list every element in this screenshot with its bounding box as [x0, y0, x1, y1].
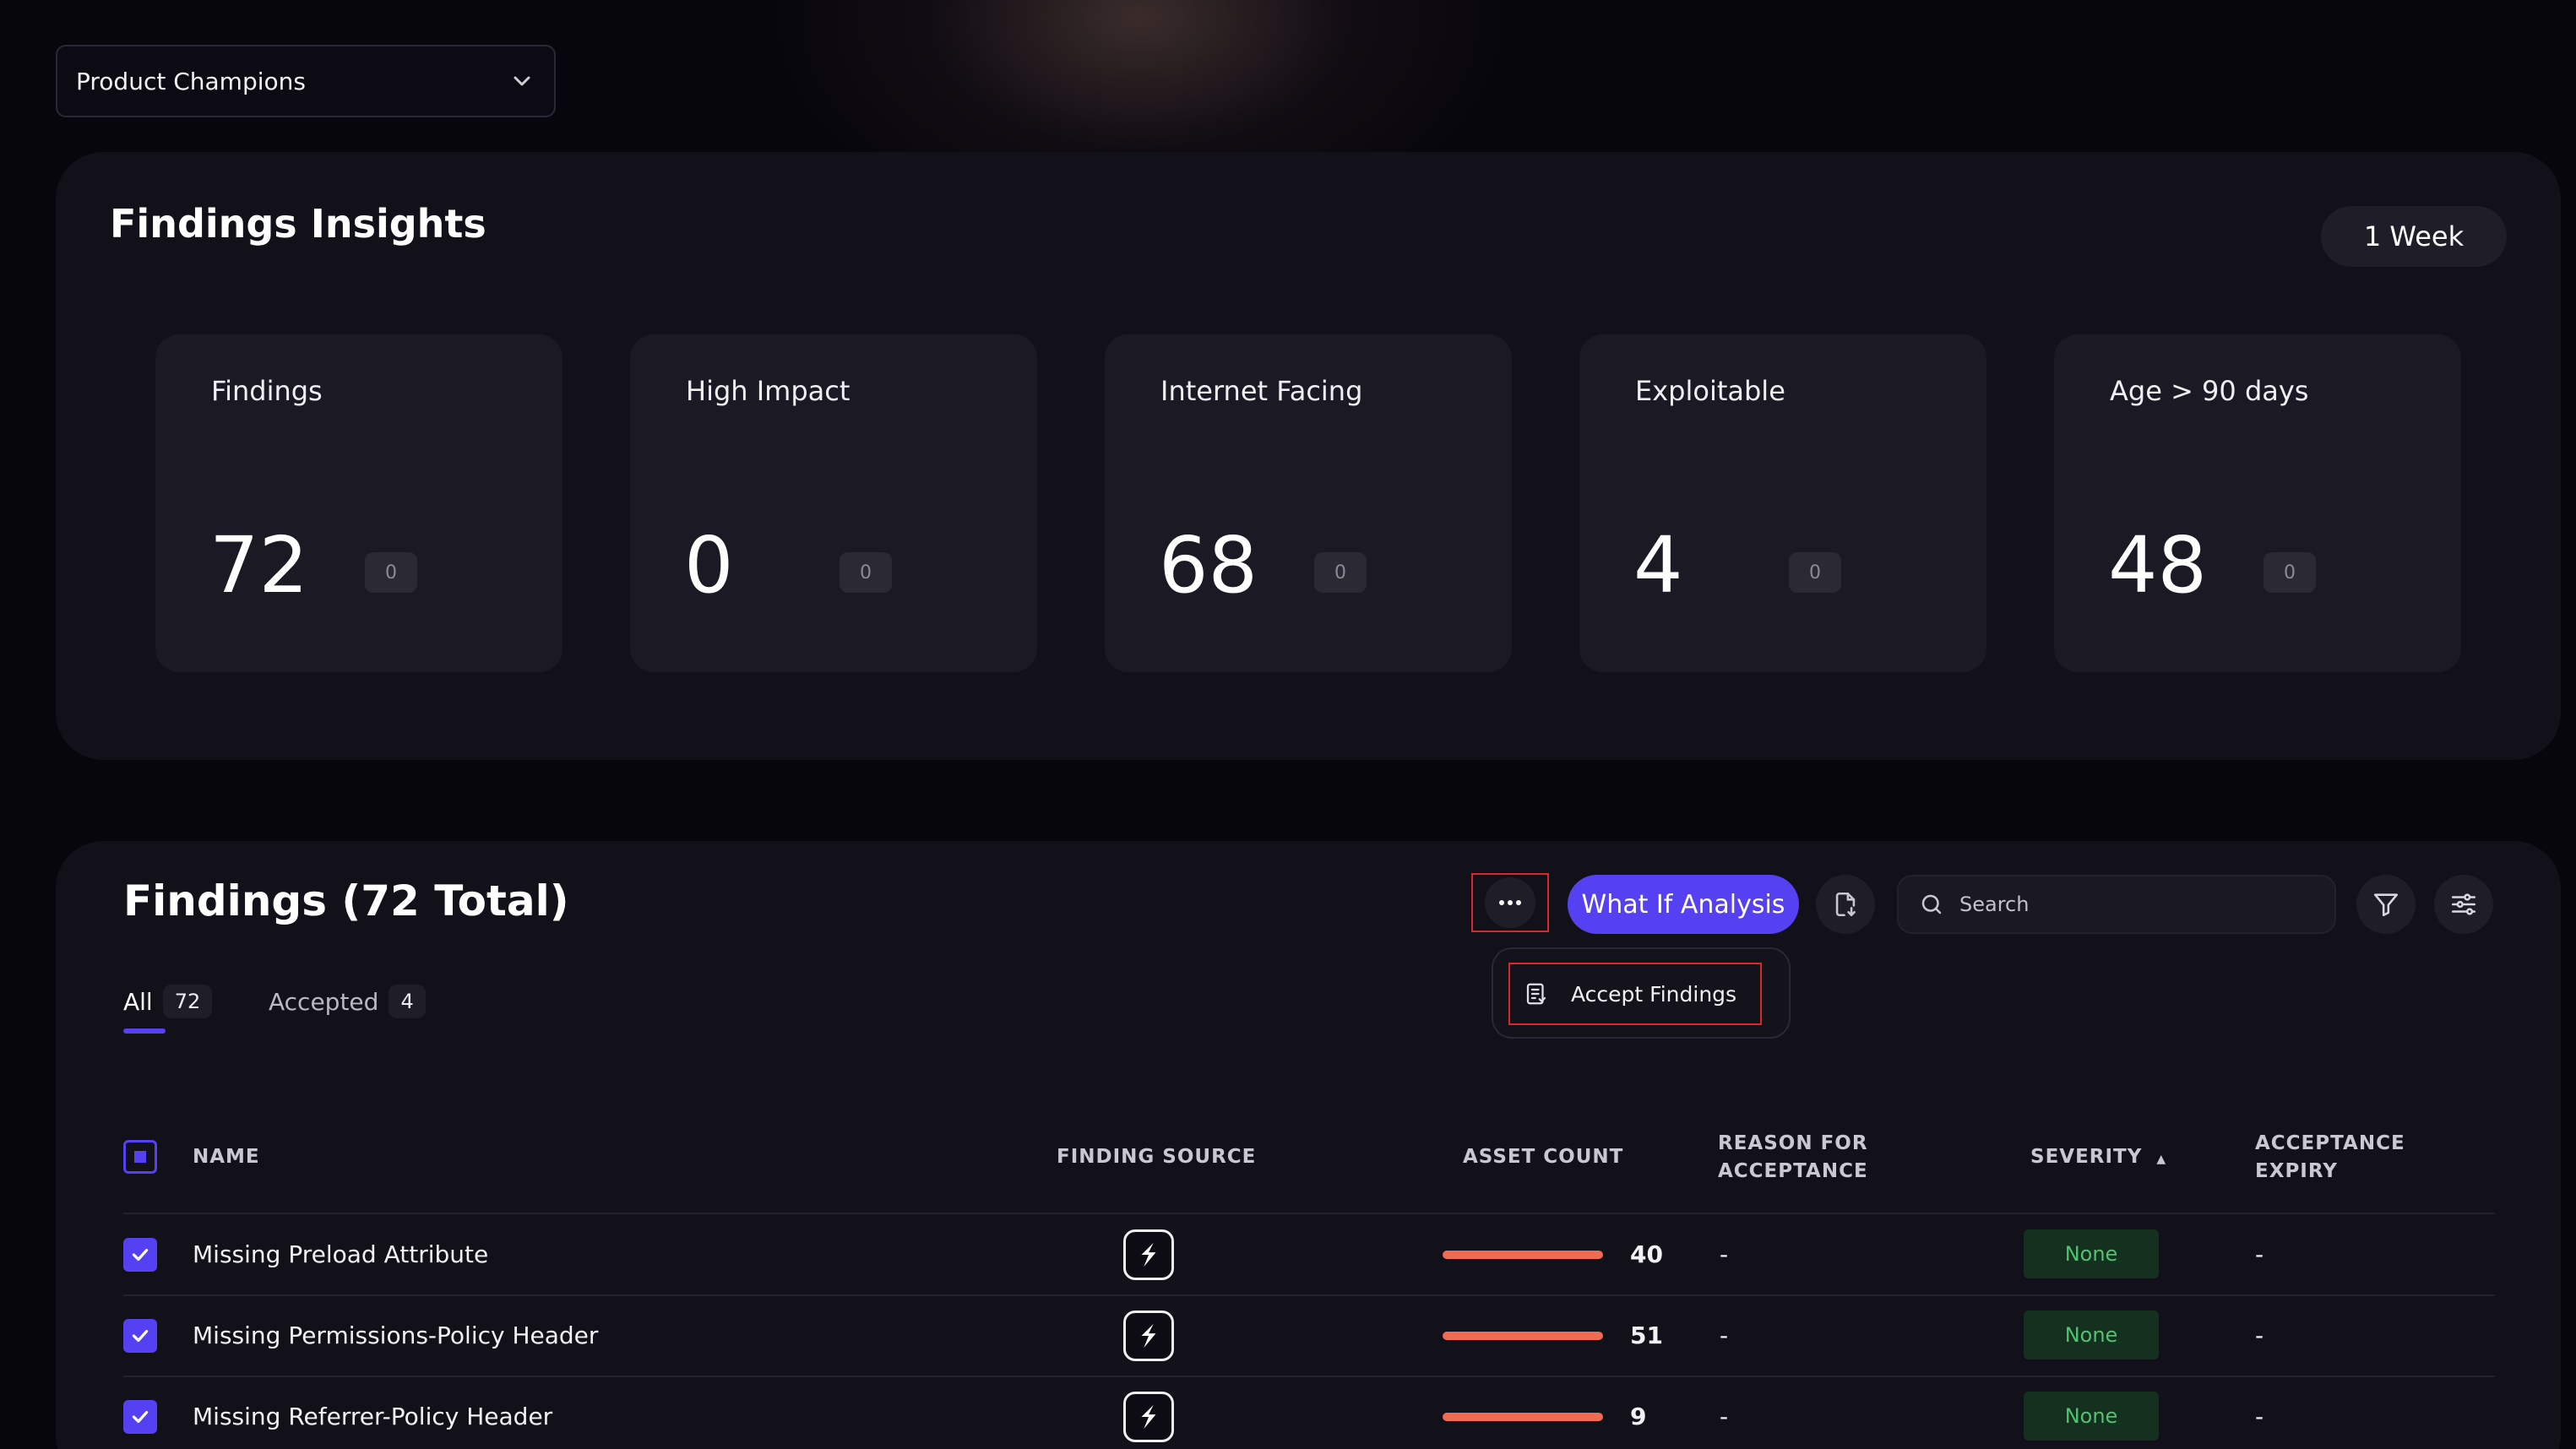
- lightning-bolt-icon: [1141, 1404, 1156, 1430]
- checkmark-icon: [132, 1410, 149, 1424]
- finding-source-icon: [1123, 1229, 1174, 1280]
- metric-age-over-90-days[interactable]: Age > 90 days 48 0: [2054, 334, 2461, 672]
- tab-count-badge: 72: [162, 985, 213, 1018]
- row-checkbox[interactable]: [123, 1319, 157, 1353]
- header-line: ACCEPTANCE: [1718, 1160, 1868, 1182]
- insights-title: Findings Insights: [110, 201, 486, 247]
- lightning-bolt-icon: [1141, 1242, 1156, 1267]
- metric-label: Internet Facing: [1160, 375, 1363, 407]
- tab-label: All: [123, 987, 153, 1016]
- checkmark-icon: [132, 1329, 149, 1343]
- team-selector[interactable]: Product Champions: [56, 45, 556, 117]
- column-settings-button[interactable]: [2434, 875, 2493, 934]
- header-line: EXPIRY: [2255, 1160, 2338, 1182]
- search-input[interactable]: [1959, 893, 2297, 916]
- metric-high-impact[interactable]: High Impact 0 0: [630, 334, 1037, 672]
- sort-ascending-icon: ▲: [2156, 1153, 2167, 1166]
- row-checkbox[interactable]: [123, 1238, 157, 1272]
- search-icon: [1921, 894, 1942, 914]
- metric-internet-facing[interactable]: Internet Facing 68 0: [1105, 334, 1512, 672]
- select-all-checkbox[interactable]: [123, 1140, 157, 1174]
- metric-delta-badge: 0: [2264, 552, 2316, 593]
- checkmark-icon: [132, 1248, 149, 1262]
- tab-label: Accepted: [269, 987, 379, 1016]
- column-header-finding-source[interactable]: FINDING SOURCE: [1057, 1143, 1256, 1171]
- export-button[interactable]: [1816, 875, 1875, 934]
- asset-count-value: 40: [1630, 1240, 1663, 1268]
- file-export-icon: [1835, 892, 1856, 917]
- finding-name[interactable]: Missing Preload Attribute: [193, 1240, 488, 1268]
- filter-icon: [2373, 893, 2399, 917]
- row-divider: [123, 1376, 2495, 1377]
- row-divider: [123, 1213, 2495, 1214]
- metric-delta-badge: 0: [365, 552, 417, 593]
- metric-value: 68: [1159, 520, 1258, 611]
- tab-all[interactable]: All 72: [123, 985, 213, 1018]
- row-checkbox[interactable]: [123, 1400, 157, 1434]
- column-header-asset-count[interactable]: ASSET COUNT: [1463, 1143, 1623, 1171]
- metric-delta-badge: 0: [1314, 552, 1367, 593]
- header-label: SEVERITY: [2030, 1146, 2143, 1168]
- severity-badge: None: [2024, 1392, 2159, 1441]
- asset-count-bar: [1443, 1413, 1603, 1421]
- asset-count-value: 51: [1630, 1321, 1663, 1349]
- metric-value: 72: [209, 520, 309, 611]
- expiry-value: -: [2255, 1403, 2264, 1430]
- metric-exploitable[interactable]: Exploitable 4 0: [1579, 334, 1986, 672]
- findings-title: Findings (72 Total): [123, 876, 569, 925]
- header-line: ACCEPTANCE: [2255, 1132, 2405, 1154]
- column-header-name[interactable]: NAME: [193, 1143, 260, 1171]
- finding-name[interactable]: Missing Referrer-Policy Header: [193, 1403, 552, 1430]
- metric-label: Findings: [211, 375, 323, 407]
- metric-value: 48: [2108, 520, 2208, 611]
- lightning-bolt-icon: [1141, 1323, 1156, 1349]
- more-horizontal-icon: [1499, 900, 1521, 905]
- tab-accepted[interactable]: Accepted 4: [269, 985, 426, 1018]
- filter-button[interactable]: [2356, 875, 2416, 934]
- metric-value: 4: [1633, 520, 1683, 611]
- accept-findings-label: Accept Findings: [1571, 981, 1737, 1007]
- metric-label: Exploitable: [1635, 375, 1785, 407]
- what-if-analysis-button[interactable]: What If Analysis: [1568, 875, 1799, 934]
- chevron-down-icon: [514, 76, 530, 86]
- tab-count-badge: 4: [389, 985, 426, 1018]
- team-selector-value: Product Champions: [76, 67, 306, 95]
- accept-findings-menu-item[interactable]: Accept Findings: [1508, 963, 1762, 1025]
- severity-badge: None: [2024, 1229, 2159, 1278]
- active-tab-indicator: [123, 1028, 166, 1034]
- metric-delta-badge: 0: [840, 552, 892, 593]
- column-header-reason-for-acceptance[interactable]: REASON FOR ACCEPTANCE: [1718, 1130, 1868, 1186]
- reason-value: -: [1720, 1321, 1729, 1349]
- expiry-value: -: [2255, 1240, 2264, 1268]
- metric-value: 0: [684, 520, 734, 611]
- metric-label: Age > 90 days: [2110, 375, 2309, 407]
- metric-findings[interactable]: Findings 72 0: [155, 334, 562, 672]
- search-field[interactable]: [1897, 875, 2336, 934]
- reason-value: -: [1720, 1240, 1729, 1268]
- sliders-icon: [2451, 893, 2476, 915]
- column-header-acceptance-expiry[interactable]: ACCEPTANCE EXPIRY: [2255, 1130, 2405, 1186]
- more-actions-menu: Accept Findings: [1492, 947, 1791, 1039]
- asset-count-bar: [1443, 1251, 1603, 1259]
- more-actions-button[interactable]: [1485, 877, 1535, 928]
- finding-name[interactable]: Missing Permissions-Policy Header: [193, 1321, 598, 1349]
- asset-count-value: 9: [1630, 1403, 1647, 1430]
- more-actions-highlight: [1471, 873, 1549, 932]
- period-selector[interactable]: 1 Week: [2321, 206, 2507, 267]
- findings-card: Findings (72 Total) What If Analysis Acc…: [56, 841, 2561, 1449]
- row-divider: [123, 1294, 2495, 1296]
- metric-delta-badge: 0: [1789, 552, 1841, 593]
- finding-source-icon: [1123, 1311, 1174, 1361]
- finding-source-icon: [1123, 1392, 1174, 1442]
- metric-label: High Impact: [686, 375, 851, 407]
- reason-value: -: [1720, 1403, 1729, 1430]
- expiry-value: -: [2255, 1321, 2264, 1349]
- header-line: REASON FOR: [1718, 1132, 1868, 1154]
- document-check-icon: [1526, 983, 1546, 1005]
- severity-badge: None: [2024, 1311, 2159, 1359]
- column-header-severity[interactable]: SEVERITY ▲: [2030, 1143, 2166, 1174]
- asset-count-bar: [1443, 1332, 1603, 1340]
- insights-card: Findings Insights 1 Week Findings 72 0 H…: [56, 152, 2561, 760]
